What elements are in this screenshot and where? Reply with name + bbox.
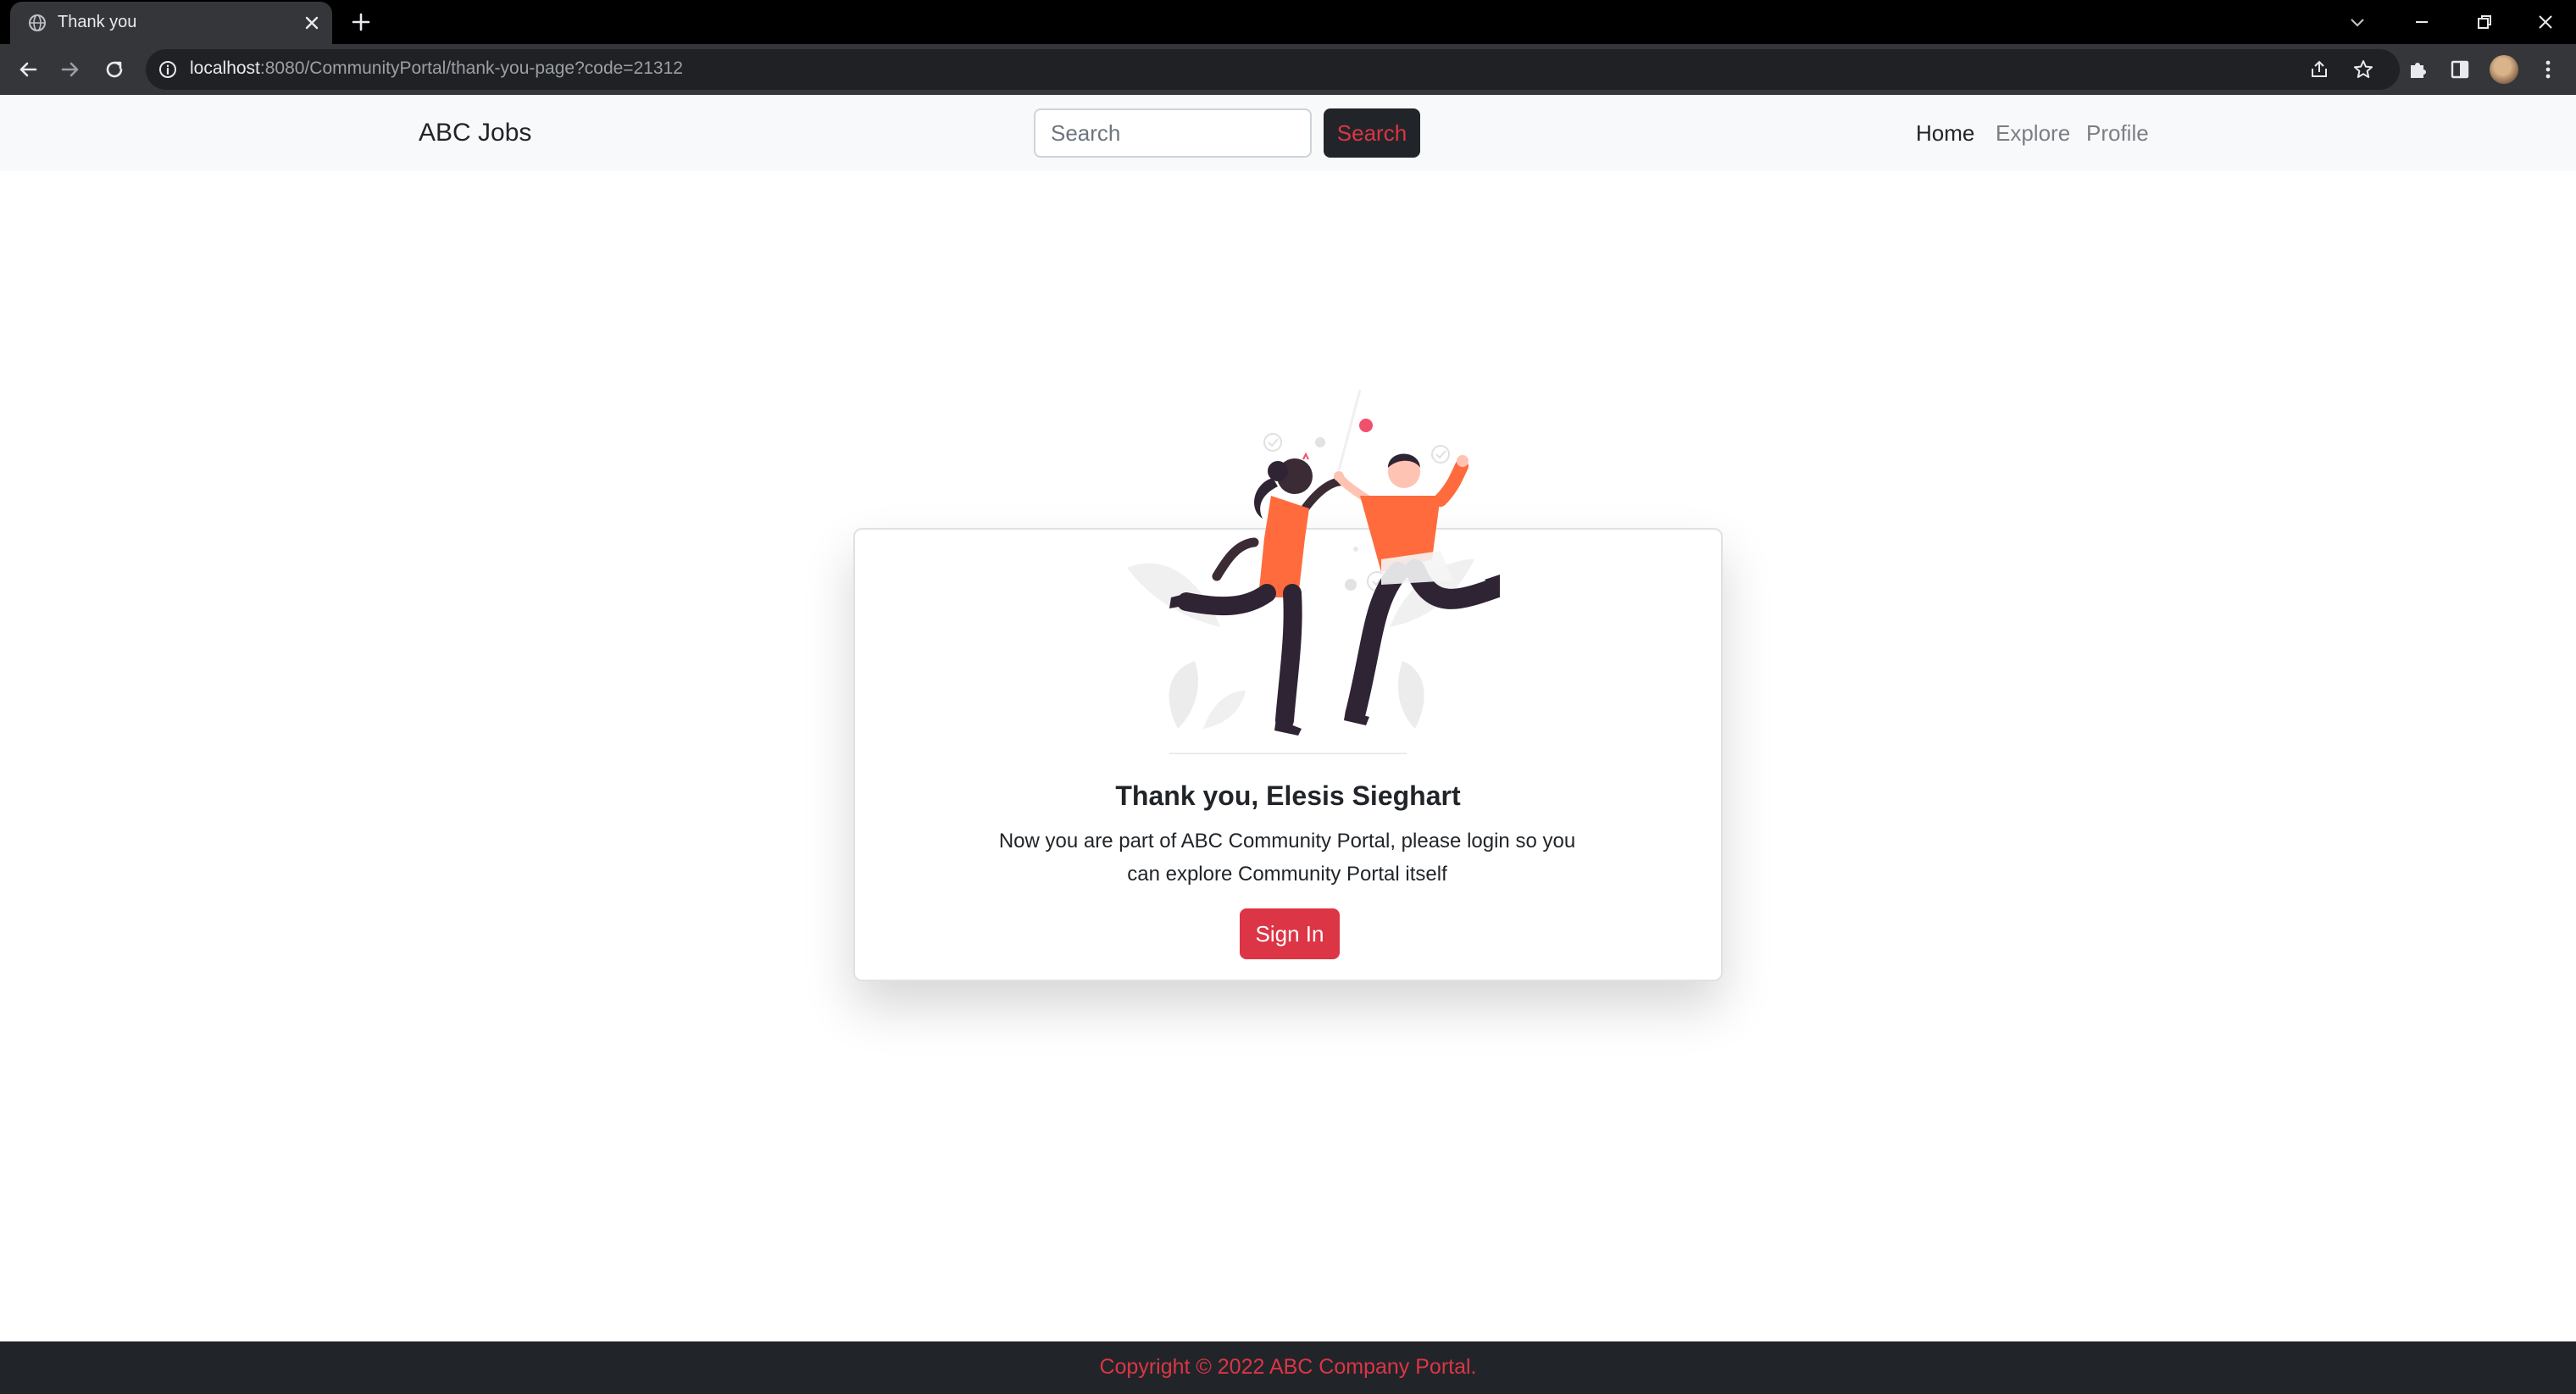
nav-profile-link[interactable]: Profile — [2086, 120, 2149, 147]
puzzle-icon[interactable] — [2405, 57, 2430, 82]
search-button[interactable]: Search — [1324, 108, 1420, 158]
celebration-illustration — [1127, 390, 1500, 754]
restore-icon[interactable] — [2471, 8, 2498, 36]
thank-you-message: Now you are part of ABC Community Portal… — [998, 830, 1576, 886]
sidepanel-icon[interactable] — [2447, 57, 2473, 82]
sign-in-button[interactable]: Sign In — [1240, 908, 1340, 959]
info-icon[interactable] — [158, 59, 178, 80]
nav-explore-link[interactable]: Explore — [1996, 120, 2070, 147]
back-arrow-icon[interactable] — [15, 57, 41, 82]
browser-window: Thank you localhost:8080/CommunityPortal… — [0, 0, 2576, 1394]
tab-title: Thank you — [58, 13, 137, 31]
url-text: localhost:8080/CommunityPortal/thank-you… — [190, 58, 683, 79]
minimize-icon[interactable] — [2408, 8, 2435, 36]
url-path: :8080/CommunityPortal/thank-you-page?cod… — [259, 58, 683, 78]
star-icon[interactable] — [2352, 58, 2374, 81]
nav-home-link[interactable]: Home — [1916, 120, 1974, 147]
chevron-down-icon[interactable] — [2346, 10, 2369, 34]
share-icon[interactable] — [2308, 58, 2330, 81]
reload-icon[interactable] — [102, 57, 127, 82]
kebab-menu-icon[interactable] — [2535, 57, 2561, 82]
thank-you-title: Thank you, Elesis Sieghart — [1115, 780, 1461, 811]
globe-icon — [29, 14, 46, 31]
plus-icon[interactable] — [349, 10, 373, 34]
close-icon[interactable] — [302, 13, 322, 33]
forward-arrow-icon[interactable] — [58, 57, 83, 82]
site-navbar: ABC Jobs Search Home Explore Profile — [0, 95, 2576, 171]
tab-strip: Thank you — [0, 0, 2576, 44]
browser-toolbar: localhost:8080/CommunityPortal/thank-you… — [0, 44, 2576, 95]
search-input[interactable] — [1034, 108, 1312, 158]
avatar[interactable] — [2490, 55, 2518, 84]
window-close-icon[interactable] — [2532, 8, 2559, 36]
browser-tab[interactable]: Thank you — [10, 2, 332, 44]
brand-logo[interactable]: ABC Jobs — [419, 119, 531, 147]
url-host: localhost — [190, 58, 260, 78]
copyright-text: Copyright © 2022 ABC Company Portal. — [1099, 1355, 1477, 1379]
site-footer: Copyright © 2022 ABC Company Portal. — [0, 1341, 2576, 1394]
address-bar[interactable]: localhost:8080/CommunityPortal/thank-you… — [146, 49, 2400, 90]
